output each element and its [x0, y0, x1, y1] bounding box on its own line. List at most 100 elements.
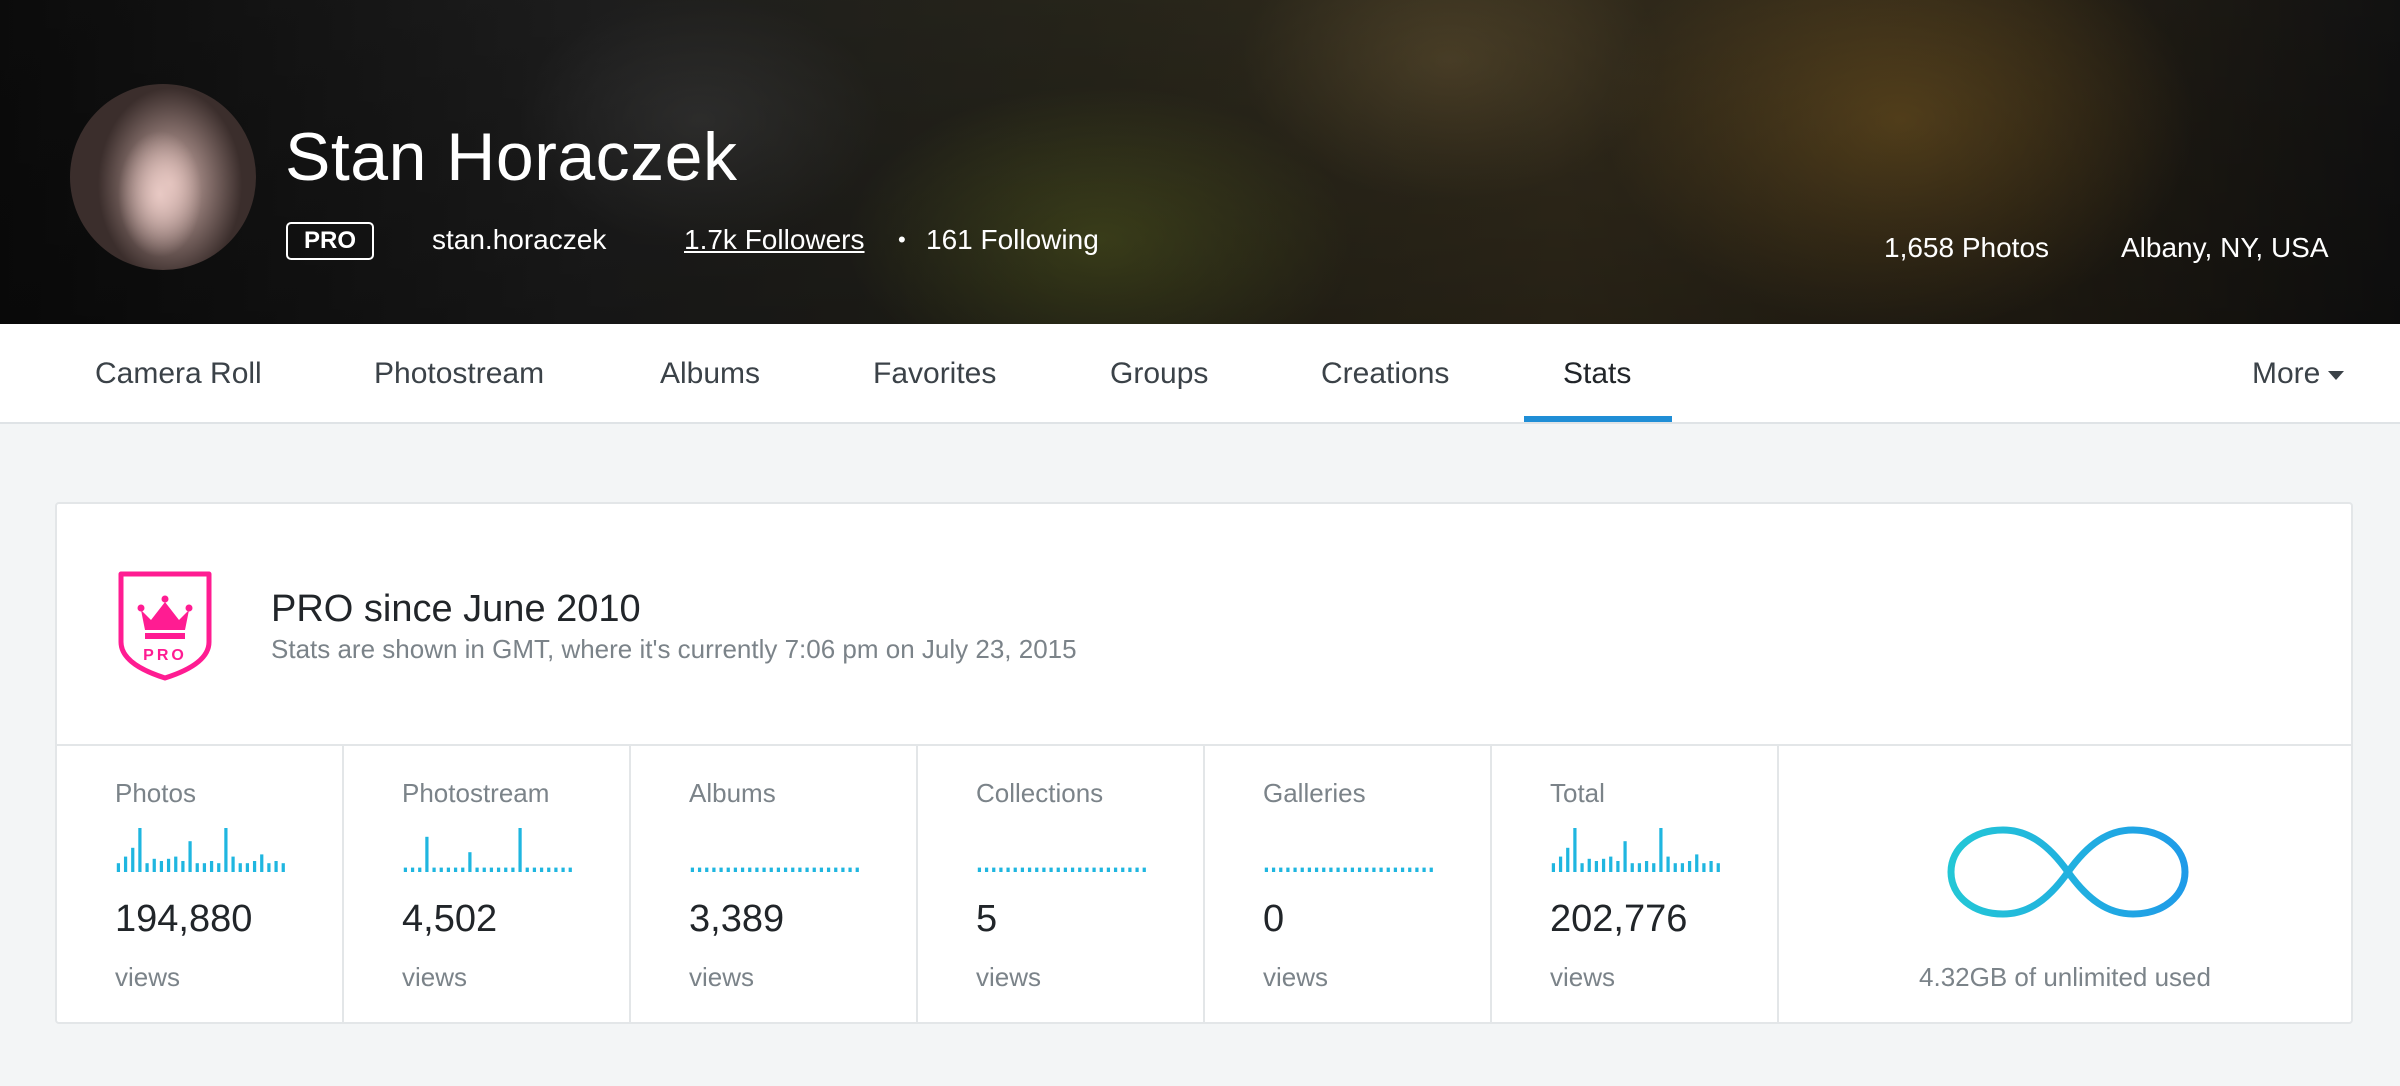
sparkline-bar [1106, 867, 1111, 872]
sparkline-bar [1279, 867, 1283, 872]
sparkline-bar [1680, 863, 1685, 872]
sparkline-bar [826, 867, 831, 872]
sparkline-bar [1063, 867, 1068, 872]
stat-unit: views [1550, 962, 1616, 992]
sparkline-bar [733, 867, 738, 872]
timezone-note: Stats are shown in GMT, where it's curre… [271, 634, 1077, 664]
sparkline-bar [1644, 861, 1649, 872]
sparkline-bar [1429, 867, 1433, 872]
sparkline-bar [812, 867, 816, 872]
sparkline-bar [123, 856, 128, 872]
tab-favorites[interactable]: Favorites [873, 324, 996, 424]
stat-collections[interactable]: Collections 5 views [918, 746, 1205, 1024]
sparkline-bar [174, 856, 178, 872]
sparkline-bar [1070, 867, 1075, 872]
sparkline-bar [1695, 854, 1699, 872]
shield-pro-text: PRO [143, 647, 187, 664]
sparkline-bar [1286, 867, 1290, 872]
tab-stats[interactable]: Stats [1563, 324, 1631, 424]
location: Albany, NY, USA [2121, 232, 2329, 263]
stat-label: Galleries [1263, 778, 1366, 808]
sparkline-bar [568, 867, 572, 872]
stat-label: Albums [689, 778, 776, 808]
sparkline-bar [245, 863, 250, 872]
stat-photos[interactable]: Photos 194,880 views [57, 746, 344, 1024]
sparkline-bar [1336, 867, 1340, 872]
stat-total[interactable]: Total 202,776 views [1492, 746, 1779, 1024]
sparkline-chart [977, 867, 1146, 872]
stat-galleries[interactable]: Galleries 0 views [1205, 746, 1492, 1024]
sparkline-bar [1293, 867, 1297, 872]
sparkline-bar [712, 867, 716, 872]
sparkline-bar [1085, 867, 1089, 872]
following-count[interactable]: 161 Following [926, 222, 1099, 258]
sparkline-bar [783, 867, 788, 872]
followers-link[interactable]: 1.7k Followers [684, 222, 865, 258]
sparkline-bar [762, 867, 766, 872]
active-tab-indicator [1524, 416, 1672, 422]
sparkline-bar [1415, 867, 1419, 872]
sparkline-bar [1271, 867, 1276, 872]
sparkline-bar [1056, 867, 1060, 872]
profile-name: Stan Horaczek [285, 119, 738, 195]
sparkline-bar [195, 863, 199, 872]
sparkline-bar [461, 867, 465, 872]
sparkline-bar [260, 854, 264, 872]
stat-label: Photostream [402, 778, 550, 808]
sparkline-bar [719, 867, 723, 872]
stat-label: Total [1550, 778, 1605, 808]
sparkline-bar [992, 867, 996, 872]
sparkline-bar [1393, 867, 1398, 872]
sparkline-bar [1300, 867, 1304, 872]
sparkline-bar [1307, 867, 1312, 872]
sparkline-bar [1709, 861, 1713, 872]
pro-badge: PRO [286, 222, 374, 260]
sparkline-bar [1350, 867, 1355, 872]
caret-down-icon [2328, 370, 2345, 380]
stat-value: 4,502 [402, 898, 498, 940]
sparkline-bar [1587, 858, 1591, 872]
stat-albums[interactable]: Albums 3,389 views [631, 746, 918, 1024]
sparkline-bar [209, 861, 214, 872]
sparkline-bar [1400, 867, 1405, 872]
sparkline-bar [984, 867, 989, 872]
stat-photostream[interactable]: Photostream 4,502 views [344, 746, 631, 1024]
tab-groups[interactable]: Groups [1110, 324, 1208, 424]
sparkline-bar [1135, 867, 1139, 872]
sparkline-bar [274, 861, 278, 872]
sparkline-bar [1386, 867, 1390, 872]
sparkline-bar [511, 867, 515, 872]
more-menu-button[interactable]: More [2252, 324, 2345, 424]
sparkline-bar [561, 867, 565, 872]
pro-since-title: PRO since June 2010 [271, 588, 641, 630]
sparkline-bar [1659, 828, 1663, 872]
sparkline-bar [453, 867, 458, 872]
sparkline-bar [1573, 828, 1577, 872]
sparkline-bar [152, 858, 156, 872]
sparkline-bar [159, 861, 164, 872]
sparkline-bar [1343, 867, 1347, 872]
sparkline-bar [1357, 867, 1362, 872]
sparkline-bar [705, 867, 709, 872]
sparkline-bar [554, 867, 558, 872]
stat-unit: views [1263, 962, 1329, 992]
tab-creations[interactable]: Creations [1321, 324, 1449, 424]
stat-unit: views [976, 962, 1042, 992]
infinity-icon [1947, 826, 2189, 918]
tab-camera-roll[interactable]: Camera Roll [95, 324, 262, 424]
sparkline-chart [403, 828, 572, 872]
avatar[interactable] [70, 84, 256, 270]
sparkline-bar [202, 863, 207, 872]
sparkline-bar [116, 863, 121, 872]
tab-photostream[interactable]: Photostream [374, 324, 544, 424]
sparkline-bar [1329, 867, 1333, 872]
sparkline-bar [1013, 867, 1017, 872]
sparkline-bar [841, 867, 845, 872]
sparkline-bar [238, 863, 242, 872]
sparkline-bar [410, 867, 415, 872]
sparkline-bar [1673, 863, 1677, 872]
sparkline-bar [1566, 847, 1570, 872]
tab-albums[interactable]: Albums [660, 324, 760, 424]
sparkline-bar [1551, 863, 1556, 872]
sparkline-bar [547, 867, 551, 872]
